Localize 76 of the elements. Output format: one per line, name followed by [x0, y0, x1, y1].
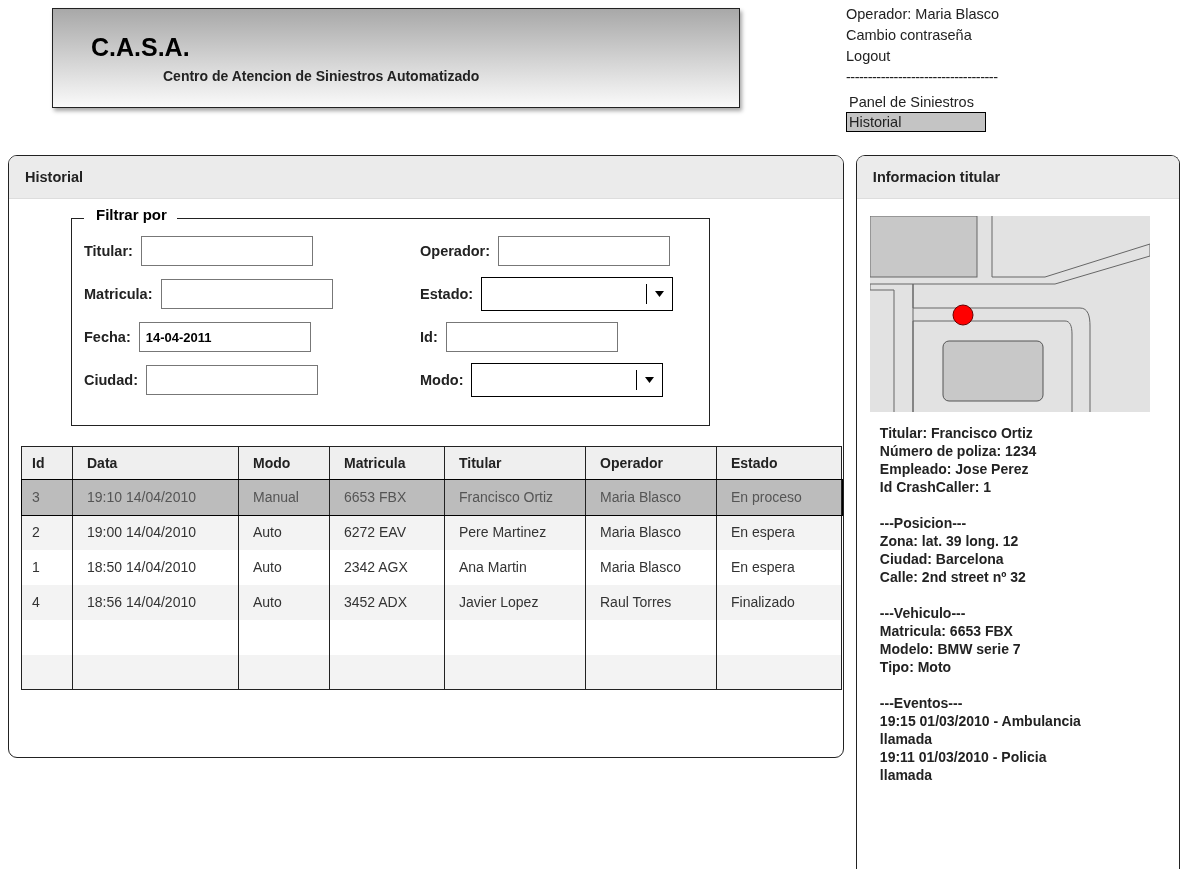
table-cell: En espera — [716, 514, 842, 550]
info-line: ---Vehiculo--- — [879, 604, 967, 622]
field-label: Ciudad: — [84, 372, 138, 388]
table-cell: Javier Lopez — [444, 584, 586, 620]
info-line: Calle: 2nd street nº 32 — [879, 568, 1027, 586]
info-line: Número de poliza: 1234 — [879, 442, 1038, 460]
info-line: 19:11 01/03/2010 - Policia llamada — [879, 748, 1048, 784]
field-label: Fecha: — [84, 329, 131, 345]
info-line: 19:15 01/03/2010 - Ambulancia llamada — [879, 712, 1082, 748]
field-label: Titular: — [84, 243, 133, 259]
input-field[interactable] — [498, 236, 671, 266]
table-cell: Maria Blasco — [585, 479, 717, 515]
operator-label: Operador: Maria Blasco — [846, 5, 1000, 24]
table-cell: 18:56 14/04/2010 — [72, 584, 239, 620]
dropdown[interactable] — [471, 363, 664, 397]
info-line: Modelo: BMW serie 7 — [879, 640, 1022, 658]
info-line: Zona: lat. 39 long. 12 — [879, 532, 1020, 550]
change-password-link[interactable]: Cambio contraseña — [846, 25, 972, 46]
nav-item[interactable]: Panel de Siniestros — [846, 92, 986, 112]
table-row[interactable]: 3 19:10 14/04/2010 Manual 6653 FBX Francisco Ortiz Maria Blasco En proceso — [21, 479, 842, 515]
input-field[interactable] — [140, 236, 313, 266]
table-cell: 4 — [21, 584, 73, 620]
info-line: Tipo: Moto — [879, 658, 953, 676]
subtitle: Centro de Atencion de Siniestros Automatizado — [163, 68, 480, 84]
table-cell: Maria Blasco — [585, 514, 717, 550]
field-label: Operador: — [420, 243, 491, 259]
input-field[interactable] — [145, 365, 318, 395]
table-row[interactable]: 1 18:50 14/04/2010 Auto 2342 AGX Ana Martin Maria Blasco En espera — [21, 549, 842, 585]
dropdown[interactable] — [481, 277, 674, 311]
table-cell: 3452 ADX — [329, 584, 445, 620]
table-row[interactable]: 4 18:56 14/04/2010 Auto 3452 ADX Javier Lopez Raul Torres Finalizado — [21, 584, 842, 620]
info-line: Empleado: Jose Perez — [879, 460, 1030, 478]
table-cell: 2342 AGX — [329, 549, 445, 585]
info-line: Id CrashCaller: 1 — [879, 478, 993, 496]
table-cell: Raul Torres — [585, 584, 717, 620]
input-field[interactable]: 14-04-2011 — [138, 322, 311, 352]
table-cell: Auto — [238, 549, 330, 585]
table-cell: Auto — [238, 514, 330, 550]
info-line: ---Posicion--- — [879, 514, 968, 532]
table-cell: 2 — [21, 514, 73, 550]
logout-link[interactable]: Logout — [846, 46, 891, 67]
table-cell: 19:00 14/04/2010 — [72, 514, 239, 550]
table-cell: 6272 EAV — [329, 514, 445, 550]
info-line: Titular: Francisco Ortiz — [879, 424, 1034, 442]
info-line: Matricula: 6653 FBX — [879, 622, 1014, 640]
table-cell: Manual — [238, 479, 330, 515]
filter-legend: Filtrar por — [84, 206, 177, 223]
table-cell: 1 — [21, 549, 73, 585]
field-label: Modo: — [420, 372, 464, 388]
panel-title: Historial — [25, 169, 83, 185]
table-cell: Ana Martin — [444, 549, 586, 585]
table-cell: Maria Blasco — [585, 549, 717, 585]
separator: ----------------------------------- — [846, 68, 998, 87]
table-cell: 18:50 14/04/2010 — [72, 549, 239, 585]
info-line: Ciudad: Barcelona — [879, 550, 1005, 568]
info-line: ---Eventos--- — [879, 694, 964, 712]
table-cell: Francisco Ortiz — [444, 479, 586, 515]
caret-icon — [645, 377, 655, 383]
table-cell: 19:10 14/04/2010 — [72, 479, 239, 515]
field-label: Estado: — [420, 286, 474, 302]
table-cell: En espera — [716, 549, 842, 585]
logo-text: C.A.S.A. — [91, 33, 190, 62]
input-field[interactable] — [160, 279, 333, 309]
nav-item[interactable]: Historial — [846, 112, 986, 132]
table-cell: Finalizado — [716, 584, 842, 620]
table-cell: 6653 FBX — [329, 479, 445, 515]
field-label: Matricula: — [84, 286, 153, 302]
table-cell: Pere Martinez — [444, 514, 586, 550]
field-label: Id: — [420, 329, 438, 345]
table-cell: 3 — [21, 479, 73, 515]
table-cell: En proceso — [716, 479, 842, 515]
table-row[interactable]: 2 19:00 14/04/2010 Auto 6272 EAV Pere Martinez Maria Blasco En espera — [21, 514, 842, 550]
panel-title: Informacion titular — [872, 169, 1001, 185]
caret-icon — [655, 291, 665, 297]
table-cell: Auto — [238, 584, 330, 620]
input-field[interactable] — [445, 322, 618, 352]
